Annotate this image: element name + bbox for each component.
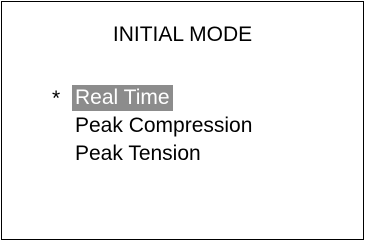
menu-option-label: Peak Compression bbox=[75, 114, 253, 137]
menu-option-label: Peak Tension bbox=[75, 142, 201, 165]
selection-cursor: * bbox=[52, 87, 61, 110]
menu-option-label: Real Time bbox=[72, 85, 173, 111]
device-screen: INITIAL MODE * Real Time Peak Compressio… bbox=[1, 1, 364, 240]
screen-title: INITIAL MODE bbox=[112, 23, 253, 46]
